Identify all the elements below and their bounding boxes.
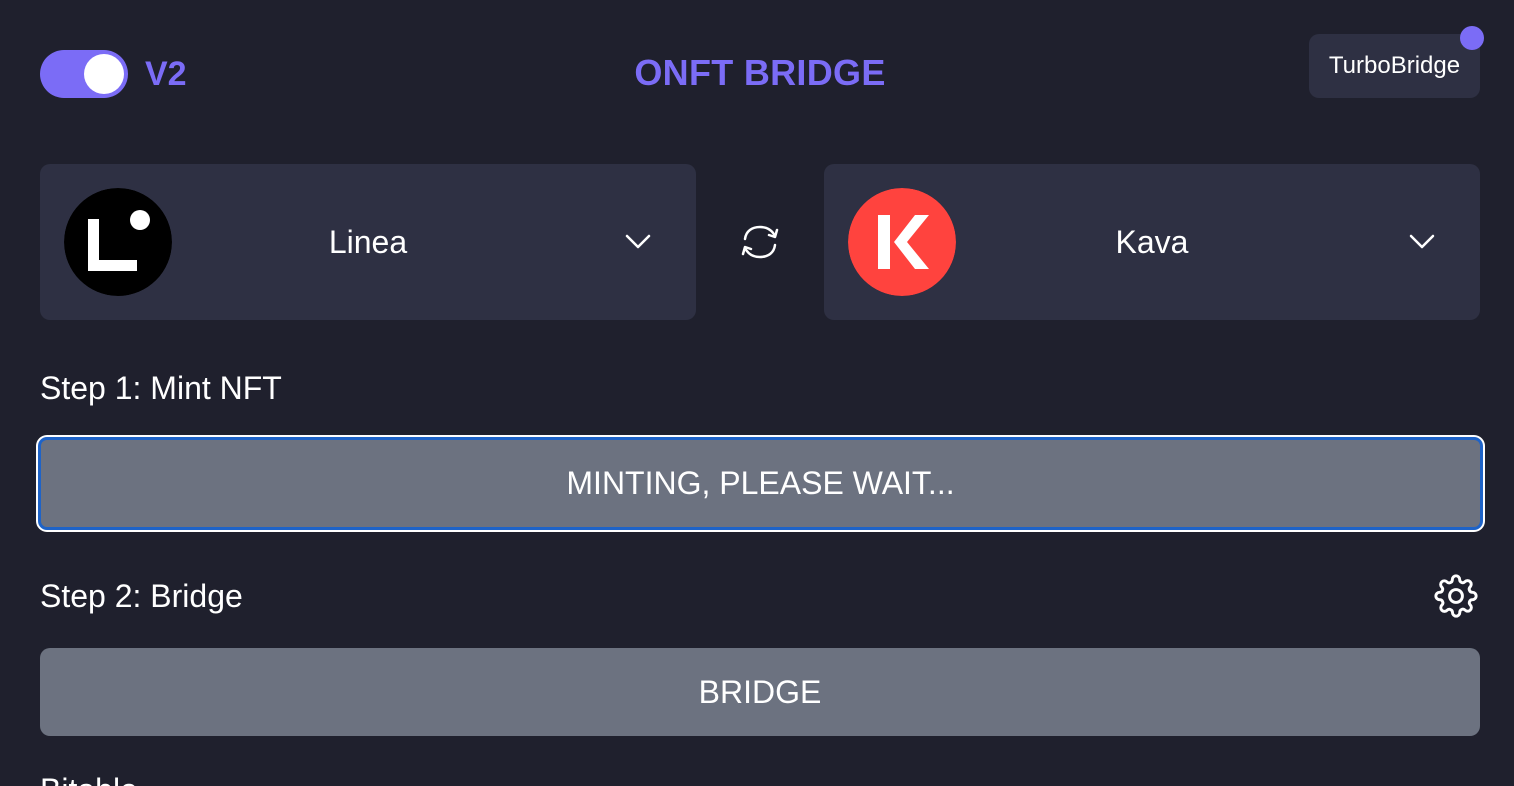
chevron-down-icon [1409, 234, 1435, 249]
destination-chain-select[interactable]: Kava [824, 164, 1480, 320]
step1-label: Step 1: Mint NFT [40, 370, 282, 406]
onft-bridge-page: V2 ONFT BRIDGE TurboBridge Linea Kava St… [0, 0, 1514, 786]
swap-arrows-icon[interactable] [736, 218, 784, 266]
gear-icon[interactable] [1434, 574, 1478, 618]
step2-label: Step 2: Bridge [40, 578, 243, 614]
bridge-button[interactable]: BRIDGE [40, 648, 1480, 736]
destination-chain-name: Kava [1115, 224, 1189, 260]
page-title: ONFT BRIDGE [634, 52, 886, 93]
cutoff-section-label: Bitable [40, 770, 138, 786]
mint-button[interactable]: MINTING, PLEASE WAIT... [38, 437, 1483, 530]
source-chain-select[interactable]: Linea [40, 164, 696, 320]
source-chain-name: Linea [328, 224, 408, 260]
turbobridge-button[interactable]: TurboBridge [1309, 34, 1480, 98]
notification-dot [1460, 26, 1484, 50]
chevron-down-icon [625, 234, 651, 249]
